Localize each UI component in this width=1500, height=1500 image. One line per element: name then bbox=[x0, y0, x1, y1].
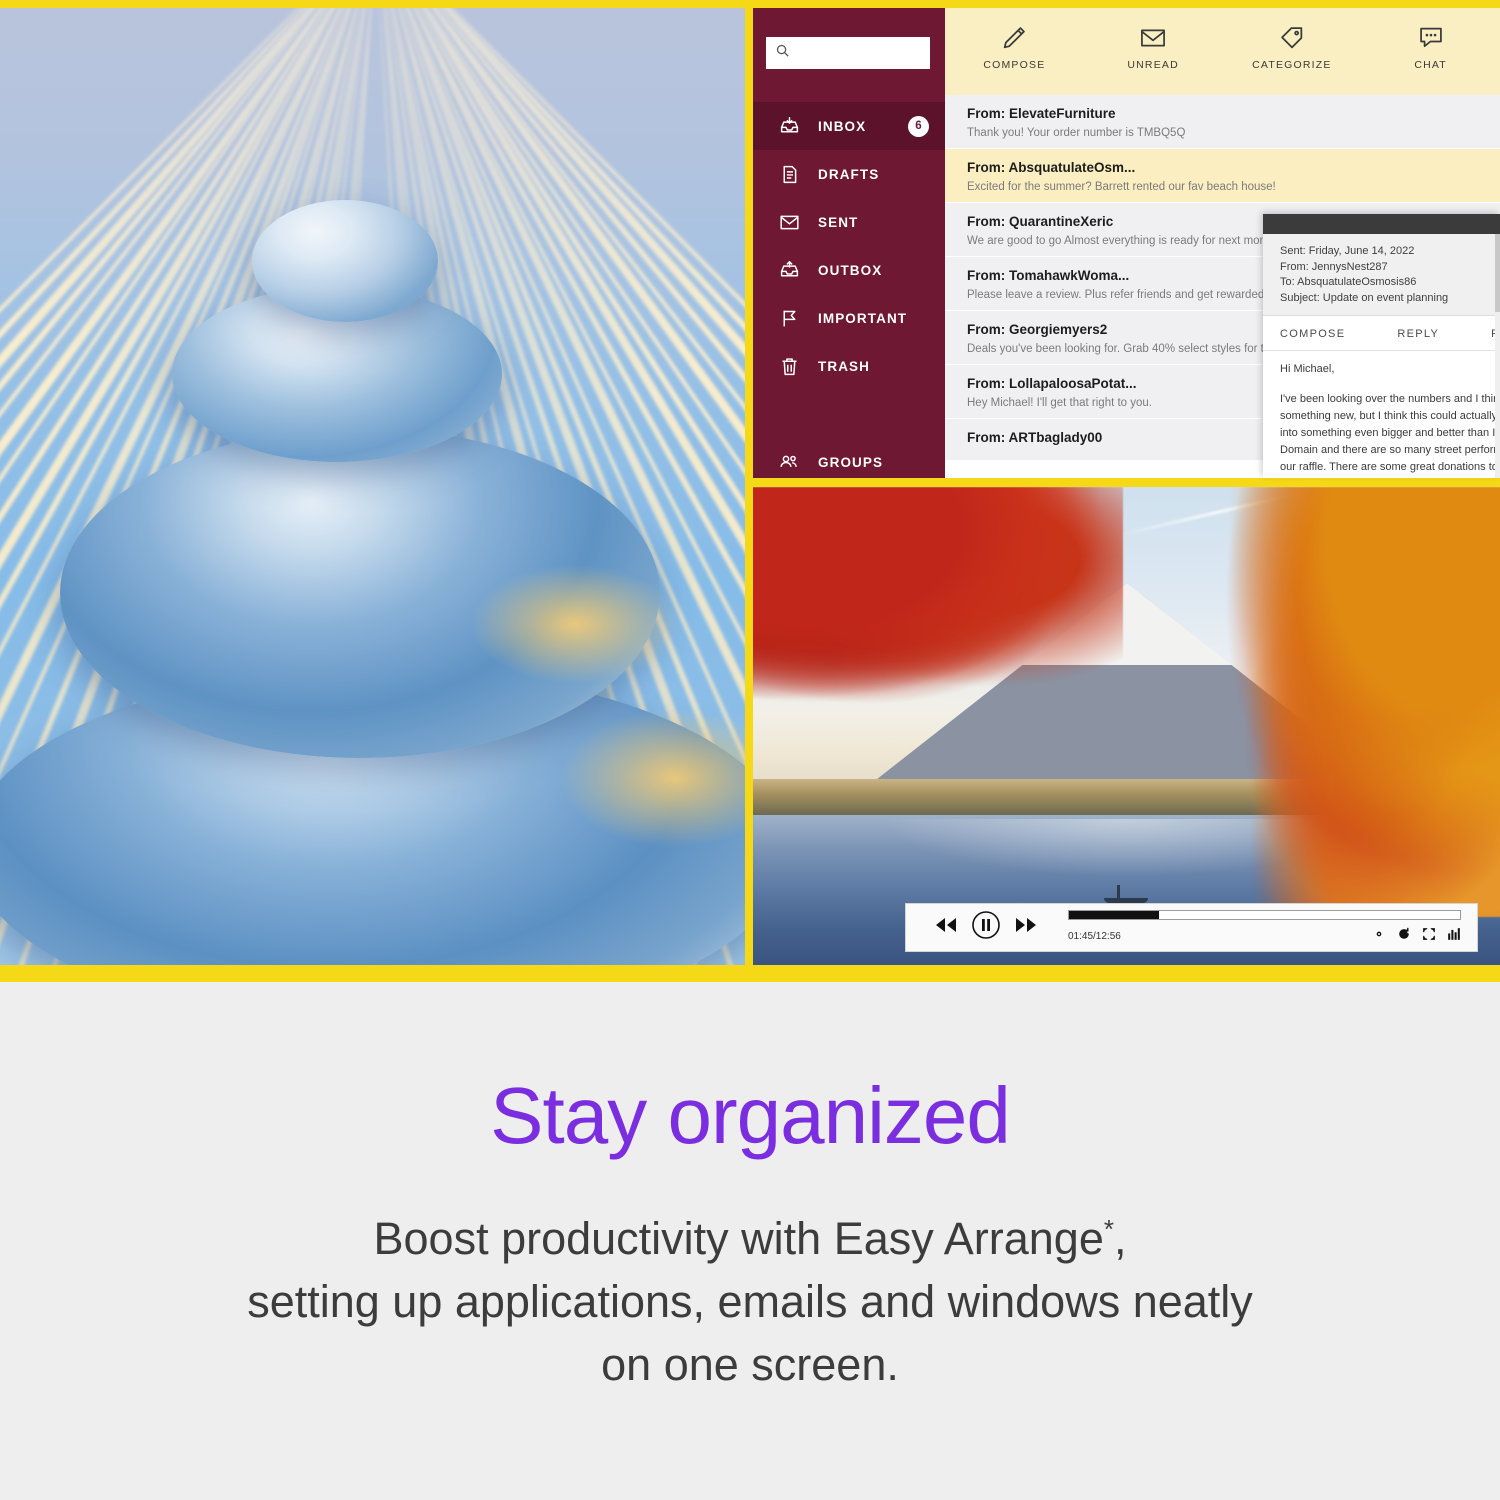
monitor-screen: INBOX 6 DRAFTS SENT OUTBOX IMPORTANT TRA… bbox=[0, 0, 1500, 982]
toolbar-label: CATEGORIZE bbox=[1252, 59, 1332, 71]
sidebar-item-drafts[interactable]: DRAFTS bbox=[753, 150, 945, 198]
groups-icon bbox=[777, 450, 801, 474]
autumn-leaves-right bbox=[1190, 487, 1500, 917]
rewind-icon[interactable] bbox=[934, 916, 958, 939]
gear-icon[interactable] bbox=[1372, 927, 1386, 946]
sidebar-item-inbox[interactable]: INBOX 6 bbox=[753, 102, 945, 150]
fast-forward-icon[interactable] bbox=[1014, 916, 1038, 939]
progress-track[interactable] bbox=[1068, 909, 1461, 920]
sidebar-item-label: TRASH bbox=[818, 358, 870, 374]
video-controls-bar[interactable]: 01:45/12:56 bbox=[905, 903, 1478, 952]
email-detail-window[interactable]: Sent: Friday, June 14, 2022 From: Jennys… bbox=[1263, 214, 1500, 478]
outbox-icon bbox=[777, 258, 801, 282]
table-row[interactable]: From: ElevateFurniture Thank you! Your o… bbox=[945, 95, 1500, 149]
body-line: I've been looking over the numbers and I… bbox=[1280, 393, 1500, 405]
equalizer-icon[interactable] bbox=[1447, 927, 1461, 946]
envelope-icon bbox=[777, 210, 801, 234]
subcopy-line-2: setting up applications, emails and wind… bbox=[247, 1276, 1253, 1327]
chat-bubble-icon bbox=[1417, 22, 1445, 54]
inbox-badge: 6 bbox=[908, 115, 929, 137]
video-player-window[interactable]: 01:45/12:56 bbox=[753, 487, 1500, 965]
inbox-icon bbox=[777, 114, 801, 138]
envelope-icon bbox=[1139, 22, 1167, 54]
transport-controls[interactable] bbox=[906, 910, 1062, 945]
pencil-icon bbox=[1000, 22, 1028, 54]
stone-highlight bbox=[470, 564, 680, 684]
toolbar-label: CHAT bbox=[1414, 59, 1447, 71]
sidebar-item-sent[interactable]: SENT bbox=[753, 198, 945, 246]
message-sender: From: ElevateFurniture bbox=[967, 106, 1116, 121]
body-line: Domain and there are so many street perf… bbox=[1280, 444, 1500, 456]
subcopy-line-1: Boost productivity with Easy Arrange*, bbox=[0, 1198, 1500, 1270]
detail-tab-bar[interactable]: COMPOSE REPLY RE bbox=[1263, 316, 1500, 351]
subcopy-line1-comma: , bbox=[1113, 1213, 1127, 1264]
time-row: 01:45/12:56 bbox=[1068, 927, 1461, 946]
refresh-icon[interactable] bbox=[1397, 927, 1411, 946]
trash-icon bbox=[777, 354, 801, 378]
sidebar-item-outbox[interactable]: OUTBOX bbox=[753, 246, 945, 294]
message-preview: Thank you! Your order number is TMBQ5Q bbox=[967, 127, 1186, 139]
sidebar-item-label: OUTBOX bbox=[818, 262, 883, 278]
page-title: Stay organized bbox=[490, 1071, 1011, 1160]
toolbar-unread-button[interactable]: UNREAD bbox=[1084, 22, 1223, 71]
fullscreen-icon[interactable] bbox=[1422, 927, 1436, 946]
footnote-marker: * bbox=[1103, 1214, 1114, 1244]
search-box[interactable] bbox=[766, 37, 950, 69]
email-sidebar: INBOX 6 DRAFTS SENT OUTBOX IMPORTANT TRA… bbox=[753, 8, 950, 478]
detail-greeting: Hi Michael, bbox=[1280, 363, 1335, 375]
body-line: our raffle. There are some great donatio… bbox=[1280, 461, 1500, 473]
zen-stones-photo bbox=[0, 8, 745, 965]
detail-from: From: JennysNest287 bbox=[1280, 260, 1388, 273]
sidebar-item-label: IMPORTANT bbox=[818, 310, 908, 326]
email-toolbar: COMPOSE UNREAD CATEGORIZE CHAT bbox=[945, 8, 1500, 95]
progress-area[interactable]: 01:45/12:56 bbox=[1062, 909, 1477, 946]
subcopy-line1-text: Boost productivity with Easy Arrange bbox=[373, 1213, 1104, 1264]
tab-compose[interactable]: COMPOSE bbox=[1280, 328, 1345, 340]
red-maple-leaves-left bbox=[753, 487, 1123, 727]
body-line: into something even bigger and better th… bbox=[1280, 427, 1500, 439]
search-input[interactable] bbox=[790, 46, 950, 60]
sidebar-item-label: SENT bbox=[818, 214, 859, 230]
sidebar-item-groups[interactable]: GROUPS bbox=[753, 438, 945, 478]
detail-sent: Sent: Friday, June 14, 2022 bbox=[1280, 245, 1415, 257]
detail-body: Hi Michael, I've been looking over the n… bbox=[1263, 351, 1500, 476]
detail-subject: Subject: Update on event planning bbox=[1280, 291, 1449, 304]
tag-icon bbox=[1278, 22, 1306, 54]
toolbar-label: UNREAD bbox=[1127, 59, 1179, 71]
sidebar-item-label: GROUPS bbox=[818, 454, 884, 470]
toolbar-chat-button[interactable]: CHAT bbox=[1361, 22, 1500, 71]
pause-icon[interactable] bbox=[971, 910, 1001, 945]
drafts-icon bbox=[777, 162, 801, 186]
stone-top bbox=[252, 200, 438, 322]
subcopy-line-3: on one screen. bbox=[601, 1339, 899, 1390]
detail-header: Sent: Friday, June 14, 2022 From: Jennys… bbox=[1263, 234, 1500, 316]
progress-fill bbox=[1069, 910, 1159, 919]
tab-reply[interactable]: REPLY bbox=[1397, 328, 1439, 340]
detail-titlebar bbox=[1263, 214, 1500, 234]
subcopy: Boost productivity with Easy Arrange*, s… bbox=[0, 1198, 1500, 1396]
message-preview: Excited for the summer? Barrett rented o… bbox=[967, 181, 1276, 193]
sidebar-item-label: DRAFTS bbox=[818, 166, 880, 182]
message-sender: From: AbsquatulateOsm... bbox=[967, 160, 1136, 175]
player-option-icons[interactable] bbox=[1372, 927, 1461, 946]
sidebar-item-label: INBOX bbox=[818, 118, 867, 134]
flag-icon bbox=[777, 306, 801, 330]
body-line: something new, but I think this could ac… bbox=[1280, 410, 1500, 422]
time-display: 01:45/12:56 bbox=[1068, 930, 1121, 942]
toolbar-categorize-button[interactable]: CATEGORIZE bbox=[1223, 22, 1362, 71]
toolbar-compose-button[interactable]: COMPOSE bbox=[945, 22, 1084, 71]
sidebar-item-trash[interactable]: TRASH bbox=[753, 342, 945, 390]
detail-paragraph: I've been looking over the numbers and I… bbox=[1280, 391, 1500, 476]
sidebar-item-important[interactable]: IMPORTANT bbox=[753, 294, 945, 342]
detail-scrollbar[interactable] bbox=[1495, 234, 1500, 478]
detail-to: To: AbsquatulateOsmosis86 bbox=[1280, 276, 1417, 288]
toolbar-label: COMPOSE bbox=[983, 59, 1046, 71]
marketing-caption: Stay organized Boost productivity with E… bbox=[0, 982, 1500, 1500]
scrollbar-thumb[interactable] bbox=[1495, 234, 1500, 312]
table-row[interactable]: From: AbsquatulateOsm... Excited for the… bbox=[945, 149, 1500, 203]
search-icon bbox=[775, 43, 790, 63]
